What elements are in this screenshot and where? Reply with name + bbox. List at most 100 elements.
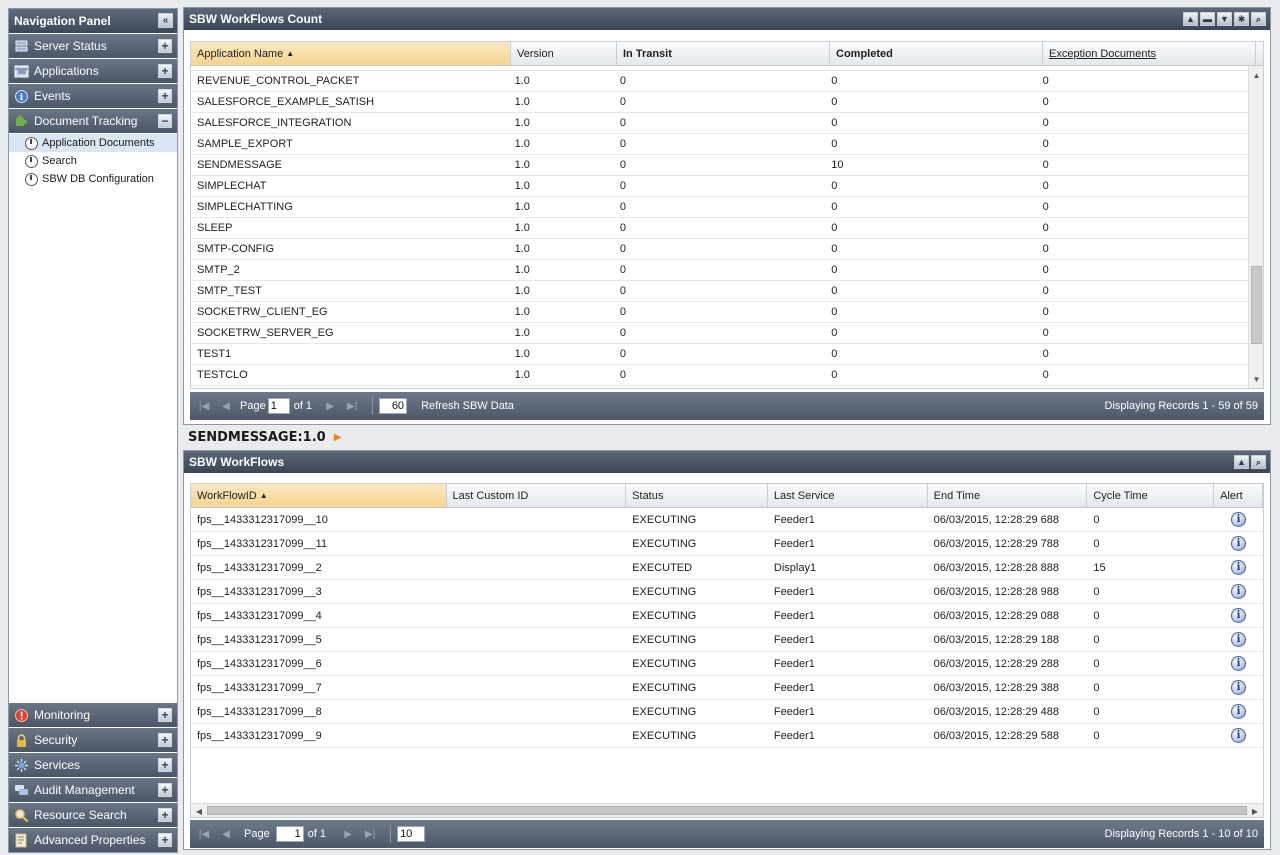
column-header-exception-documents[interactable]: Exception Documents bbox=[1043, 42, 1256, 65]
sub-item-search[interactable]: Search bbox=[9, 152, 177, 170]
search-icon[interactable]: ⌕ bbox=[1251, 12, 1266, 26]
column-header-cycle-time[interactable]: Cycle Time bbox=[1087, 484, 1215, 507]
collapse-minus-icon[interactable]: − bbox=[158, 114, 172, 128]
nav-item-monitoring[interactable]: Monitoring + bbox=[9, 703, 177, 727]
alert-info-icon[interactable]: i bbox=[1231, 584, 1247, 599]
prev-page-icon[interactable]: ◀ bbox=[218, 398, 234, 414]
expand-plus-icon[interactable]: + bbox=[158, 783, 172, 797]
last-page-icon[interactable]: ▶| bbox=[344, 398, 360, 414]
column-header-application-name[interactable]: Application Name ▲ bbox=[191, 42, 511, 65]
table-row[interactable]: SMTP_2 1.0 0 0 0 bbox=[191, 260, 1248, 281]
column-header-workflowid[interactable]: WorkFlowID ▲ bbox=[191, 484, 447, 507]
column-header-in-transit[interactable]: In Transit bbox=[617, 42, 830, 65]
expand-plus-icon[interactable]: + bbox=[158, 758, 172, 772]
table-row[interactable]: TESTCLO 1.0 0 0 0 bbox=[191, 365, 1248, 386]
nav-item-server-status[interactable]: Server Status + bbox=[9, 34, 177, 58]
alert-info-icon[interactable]: i bbox=[1231, 536, 1247, 551]
scroll-up-arrow-icon[interactable]: ▲ bbox=[1249, 68, 1263, 82]
sub-item-application-documents[interactable]: Application Documents bbox=[9, 134, 177, 152]
table-row[interactable]: fps__1433312317099__8 EXECUTING Feeder1 06/… bbox=[191, 700, 1263, 724]
page-number-input[interactable]: 1 bbox=[267, 398, 290, 414]
nav-item-applications[interactable]: Applications + bbox=[9, 59, 177, 83]
scrollbar-thumb[interactable] bbox=[1251, 266, 1262, 344]
next-page-icon[interactable]: ▶ bbox=[322, 398, 338, 414]
alert-info-icon[interactable]: i bbox=[1231, 728, 1247, 743]
table-row[interactable]: SIMPLECHATTING 1.0 0 0 0 bbox=[191, 197, 1248, 218]
scroll-right-arrow-icon[interactable]: ▶ bbox=[1248, 804, 1262, 817]
table-row[interactable]: SALESFORCE_EXAMPLE_SATISH 1.0 0 0 0 bbox=[191, 92, 1248, 113]
alert-info-icon[interactable]: i bbox=[1231, 560, 1247, 575]
expand-plus-icon[interactable]: + bbox=[158, 89, 172, 103]
search-icon[interactable]: ⌕ bbox=[1251, 455, 1266, 469]
expand-down-icon[interactable]: ▼ bbox=[1217, 12, 1232, 26]
page-size-input[interactable]: 60 bbox=[379, 398, 408, 414]
horizontal-scrollbar[interactable]: ◀ ▶ bbox=[191, 803, 1263, 817]
alert-info-icon[interactable]: i bbox=[1231, 704, 1247, 719]
page-number-input[interactable]: 1 bbox=[275, 826, 304, 842]
table-row[interactable]: SIMPLECHAT 1.0 0 0 0 bbox=[191, 176, 1248, 197]
nav-item-advanced-properties[interactable]: Advanced Properties + bbox=[9, 828, 177, 852]
table-row[interactable]: fps__1433312317099__4 EXECUTING Feeder1 06/… bbox=[191, 604, 1263, 628]
minimize-icon[interactable]: ▬ bbox=[1200, 12, 1215, 26]
table-row[interactable]: SALESFORCE_INTEGRATION 1.0 0 0 0 bbox=[191, 113, 1248, 134]
column-header-status[interactable]: Status bbox=[626, 484, 768, 507]
scroll-left-arrow-icon[interactable]: ◀ bbox=[192, 804, 206, 817]
scroll-down-arrow-icon[interactable]: ▼ bbox=[1249, 372, 1263, 386]
alert-info-icon[interactable]: i bbox=[1231, 680, 1247, 695]
table-row[interactable]: REVENUE_CONTROL_PACKET 1.0 0 0 0 bbox=[191, 71, 1248, 92]
next-page-icon[interactable]: ▶ bbox=[340, 826, 356, 842]
table-row[interactable]: SLEEP 1.0 0 0 0 bbox=[191, 218, 1248, 239]
table-row[interactable]: fps__1433312317099__2 EXECUTED Display1 06/… bbox=[191, 556, 1263, 580]
first-page-icon[interactable]: |◀ bbox=[196, 398, 212, 414]
table-row[interactable]: SOCKETRW_CLIENT_EG 1.0 0 0 0 bbox=[191, 302, 1248, 323]
move-up-icon[interactable]: ▲ bbox=[1183, 12, 1198, 26]
first-page-icon[interactable]: |◀ bbox=[196, 826, 212, 842]
table-row[interactable]: SAMPLE_EXPORT 1.0 0 0 0 bbox=[191, 134, 1248, 155]
expand-plus-icon[interactable]: + bbox=[158, 733, 172, 747]
sub-item-sbw-db-configuration[interactable]: SBW DB Configuration bbox=[9, 170, 177, 188]
nav-item-events[interactable]: i Events + bbox=[9, 84, 177, 108]
vertical-scrollbar[interactable]: ▲ ▼ bbox=[1248, 66, 1263, 388]
alert-info-icon[interactable]: i bbox=[1231, 656, 1247, 671]
table-row[interactable]: fps__1433312317099__11 EXECUTING Feeder1 06… bbox=[191, 532, 1263, 556]
table-row[interactable]: fps__1433312317099__3 EXECUTING Feeder1 06/… bbox=[191, 580, 1263, 604]
column-header-alert[interactable]: Alert bbox=[1214, 484, 1263, 507]
alert-info-icon[interactable]: i bbox=[1231, 608, 1247, 623]
table-row[interactable]: fps__1433312317099__7 EXECUTING Feeder1 06/… bbox=[191, 676, 1263, 700]
column-header-end-time[interactable]: End Time bbox=[928, 484, 1088, 507]
column-header-version[interactable]: Version bbox=[511, 42, 617, 65]
page-size-input[interactable]: 10 bbox=[397, 826, 426, 842]
table-row[interactable]: SMTP_TEST 1.0 0 0 0 bbox=[191, 281, 1248, 302]
nav-item-document-tracking[interactable]: Document Tracking − bbox=[9, 109, 177, 133]
table-cell: 0 bbox=[619, 75, 626, 87]
table-row[interactable]: SMTP-CONFIG 1.0 0 0 0 bbox=[191, 239, 1248, 260]
column-header-last-custom-id[interactable]: Last Custom ID bbox=[447, 484, 627, 507]
table-row[interactable]: fps__1433312317099__9 EXECUTING Feeder1 06/… bbox=[191, 724, 1263, 748]
table-row[interactable]: SOCKETRW_SERVER_EG 1.0 0 0 0 bbox=[191, 323, 1248, 344]
nav-item-services[interactable]: Services + bbox=[9, 753, 177, 777]
settings-gear-icon[interactable]: ✱ bbox=[1234, 12, 1249, 26]
refresh-sbw-data-button[interactable]: Refresh SBW Data bbox=[421, 400, 514, 412]
expand-plus-icon[interactable]: + bbox=[158, 808, 172, 822]
expand-plus-icon[interactable]: + bbox=[158, 833, 172, 847]
move-up-icon[interactable]: ▲ bbox=[1234, 455, 1249, 469]
table-row[interactable]: fps__1433312317099__10 EXECUTING Feeder1 06… bbox=[191, 508, 1263, 532]
column-header-completed[interactable]: Completed bbox=[830, 42, 1043, 65]
scrollbar-thumb[interactable] bbox=[207, 806, 1247, 815]
alert-info-icon[interactable]: i bbox=[1231, 632, 1247, 647]
table-row[interactable]: fps__1433312317099__5 EXECUTING Feeder1 06/… bbox=[191, 628, 1263, 652]
table-row[interactable]: fps__1433312317099__6 EXECUTING Feeder1 06/… bbox=[191, 652, 1263, 676]
nav-item-resource-search[interactable]: Resource Search + bbox=[9, 803, 177, 827]
nav-item-audit-management[interactable]: Audit Management + bbox=[9, 778, 177, 802]
expand-plus-icon[interactable]: + bbox=[158, 708, 172, 722]
expand-plus-icon[interactable]: + bbox=[158, 64, 172, 78]
prev-page-icon[interactable]: ◀ bbox=[218, 826, 234, 842]
table-row[interactable]: SENDMESSAGE 1.0 0 10 0 bbox=[191, 155, 1248, 176]
alert-info-icon[interactable]: i bbox=[1231, 512, 1247, 527]
expand-plus-icon[interactable]: + bbox=[158, 39, 172, 53]
collapse-panel-icon[interactable]: « bbox=[158, 13, 173, 28]
nav-item-security[interactable]: Security + bbox=[9, 728, 177, 752]
table-row[interactable]: TEST1 1.0 0 0 0 bbox=[191, 344, 1248, 365]
column-header-last-service[interactable]: Last Service bbox=[768, 484, 928, 507]
last-page-icon[interactable]: ▶| bbox=[362, 826, 378, 842]
